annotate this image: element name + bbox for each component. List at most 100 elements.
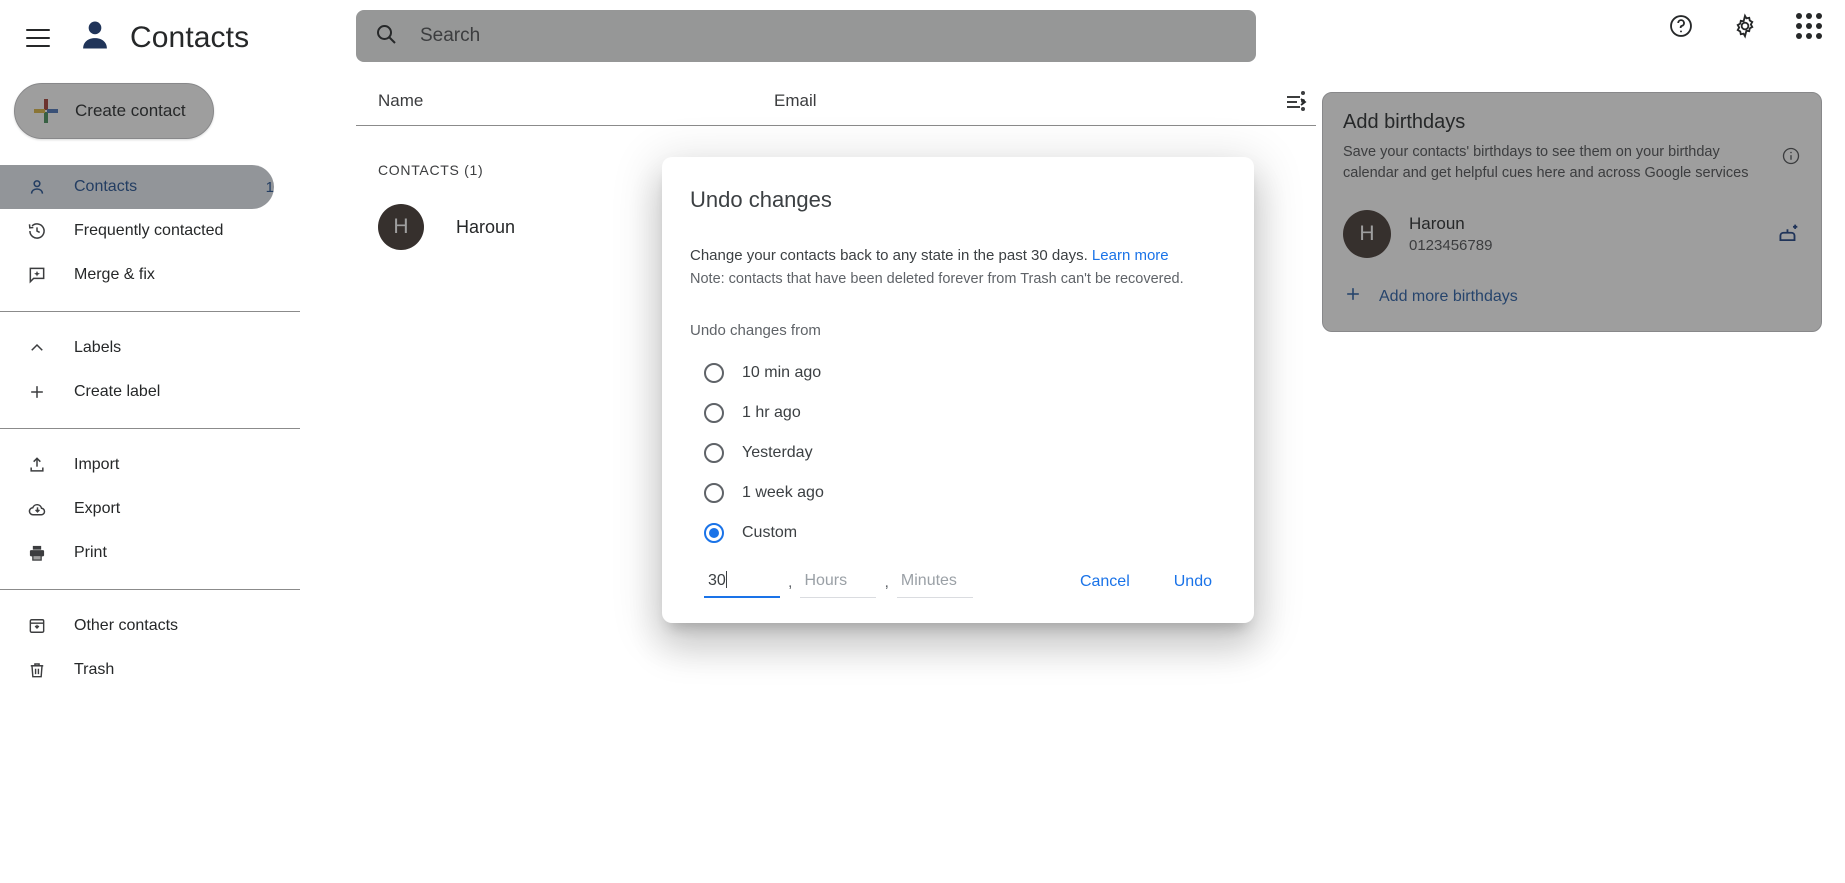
radio-label: 1 week ago <box>742 484 824 502</box>
sidebar-nav: Contacts 1 Frequently contacted <box>0 165 300 692</box>
dialog-description: Change your contacts back to any state i… <box>690 245 1226 266</box>
sidebar-item-print[interactable]: Print <box>0 531 274 575</box>
add-more-birthdays-label: Add more birthdays <box>1379 288 1518 306</box>
dialog-note: Note: contacts that have been deleted fo… <box>690 269 1226 290</box>
page-title: Contacts <box>130 21 249 55</box>
history-clock-icon <box>26 220 48 242</box>
create-contact-button[interactable]: Create contact <box>14 83 214 139</box>
brand: Contacts <box>76 16 249 59</box>
learn-more-link[interactable]: Learn more <box>1092 247 1169 264</box>
radio-option-1-week-ago[interactable]: 1 week ago <box>690 473 1226 513</box>
info-circle-icon[interactable] <box>1781 146 1801 171</box>
card-title: Add birthdays <box>1343 111 1801 134</box>
sidebar-divider <box>0 311 300 312</box>
chevron-up-icon <box>26 337 48 359</box>
sidebar-item-other-contacts[interactable]: Other contacts <box>0 604 274 648</box>
person-icon <box>26 176 48 198</box>
column-header-name[interactable]: Name <box>356 91 774 111</box>
sidebar-item-label: Create label <box>74 383 160 401</box>
merge-sparkle-icon <box>26 264 48 286</box>
contacts-person-icon <box>76 16 114 59</box>
search-placeholder: Search <box>420 25 480 47</box>
top-right-actions <box>1667 12 1823 40</box>
avatar: H <box>1343 210 1391 258</box>
sort-list-icon[interactable] <box>1284 90 1308 119</box>
help-circle-icon[interactable] <box>1667 12 1695 40</box>
sidebar-item-frequently-contacted[interactable]: Frequently contacted <box>0 209 274 253</box>
printer-icon <box>26 542 48 564</box>
sidebar-item-label: Labels <box>74 339 121 357</box>
radio-option-custom[interactable]: Custom <box>690 513 1226 553</box>
undo-time-radio-group: 10 min ago 1 hr ago Yesterday 1 week ago… <box>690 353 1226 553</box>
sidebar-item-export[interactable]: Export <box>0 487 274 531</box>
days-value: 30 <box>708 572 726 589</box>
sidebar-divider <box>0 428 300 429</box>
radio-label: 10 min ago <box>742 364 821 382</box>
column-header-email[interactable]: Email <box>774 91 1290 111</box>
sidebar-item-import[interactable]: Import <box>0 443 274 487</box>
plus-icon <box>1343 284 1363 309</box>
radio-option-yesterday[interactable]: Yesterday <box>690 433 1226 473</box>
sidebar-item-label: Import <box>74 456 119 474</box>
gear-icon[interactable] <box>1731 12 1759 40</box>
archive-box-icon <box>26 615 48 637</box>
sidebar-item-label: Other contacts <box>74 617 178 635</box>
sidebar-item-label: Print <box>74 544 107 562</box>
contacts-section-label: CONTACTS (1) <box>378 162 483 178</box>
radio-circle-selected-icon <box>704 523 724 543</box>
hamburger-menu-icon[interactable] <box>26 29 50 47</box>
sidebar-item-label: Trash <box>74 661 114 679</box>
text-cursor <box>726 571 727 588</box>
sidebar-item-contacts[interactable]: Contacts 1 <box>0 165 274 209</box>
radio-circle-icon <box>704 443 724 463</box>
radio-option-1-hr-ago[interactable]: 1 hr ago <box>690 393 1226 433</box>
sidebar-item-merge-and-fix[interactable]: Merge & fix <box>0 253 274 297</box>
plus-icon <box>26 381 48 403</box>
contact-name: Haroun <box>456 217 515 238</box>
search-input[interactable]: Search <box>356 10 1256 62</box>
sidebar-item-count: 1 <box>266 179 274 196</box>
add-more-birthdays-button[interactable]: Add more birthdays <box>1343 284 1801 309</box>
add-birthdays-card: Add birthdays Save your contacts' birthd… <box>1322 92 1822 332</box>
radio-circle-icon <box>704 483 724 503</box>
export-cloud-download-icon <box>26 498 48 520</box>
sidebar-item-label: Export <box>74 500 120 518</box>
card-description: Save your contacts' birthdays to see the… <box>1343 142 1769 184</box>
radio-circle-icon <box>704 403 724 423</box>
search-icon <box>374 22 398 51</box>
radio-option-10-min-ago[interactable]: 10 min ago <box>690 353 1226 393</box>
sidebar-divider <box>0 589 300 590</box>
import-upload-icon <box>26 454 48 476</box>
undo-changes-dialog: Undo changes Change your contacts back t… <box>662 157 1254 623</box>
hours-input[interactable]: Hours <box>800 572 876 598</box>
radio-circle-icon <box>704 363 724 383</box>
birthday-contact-name: Haroun <box>1409 214 1492 234</box>
sidebar-item-label: Merge & fix <box>74 266 155 284</box>
sidebar-item-create-label[interactable]: Create label <box>0 370 274 414</box>
trash-icon <box>26 659 48 681</box>
dialog-description-text: Change your contacts back to any state i… <box>690 247 1088 264</box>
radio-label: 1 hr ago <box>742 404 801 422</box>
sidebar-item-label: Contacts <box>74 178 137 196</box>
google-plus-icon <box>33 98 59 124</box>
days-input[interactable]: 30 <box>704 571 780 598</box>
cancel-button[interactable]: Cancel <box>1066 563 1144 601</box>
google-apps-grid-icon[interactable] <box>1795 12 1823 40</box>
minutes-input[interactable]: Minutes <box>897 572 973 598</box>
dialog-actions: Cancel Undo <box>1066 563 1226 601</box>
undo-button[interactable]: Undo <box>1160 563 1226 601</box>
sidebar-item-labels[interactable]: Labels <box>0 326 274 370</box>
list-header: Name Email <box>356 76 1316 126</box>
sidebar: Create contact Contacts 1 <box>0 75 300 883</box>
radio-label: Custom <box>742 524 797 542</box>
add-birthday-cake-icon[interactable] <box>1775 219 1801 250</box>
top-bar: Contacts Search <box>0 0 1845 75</box>
sidebar-item-trash[interactable]: Trash <box>0 648 274 692</box>
birthday-contact-phone: 0123456789 <box>1409 237 1492 254</box>
sidebar-item-label: Frequently contacted <box>74 222 223 240</box>
birthday-contact-row[interactable]: H Haroun 0123456789 <box>1343 210 1801 258</box>
radio-label: Yesterday <box>742 444 813 462</box>
field-separator: , <box>876 574 896 598</box>
avatar: H <box>378 204 424 250</box>
create-contact-label: Create contact <box>75 101 186 121</box>
